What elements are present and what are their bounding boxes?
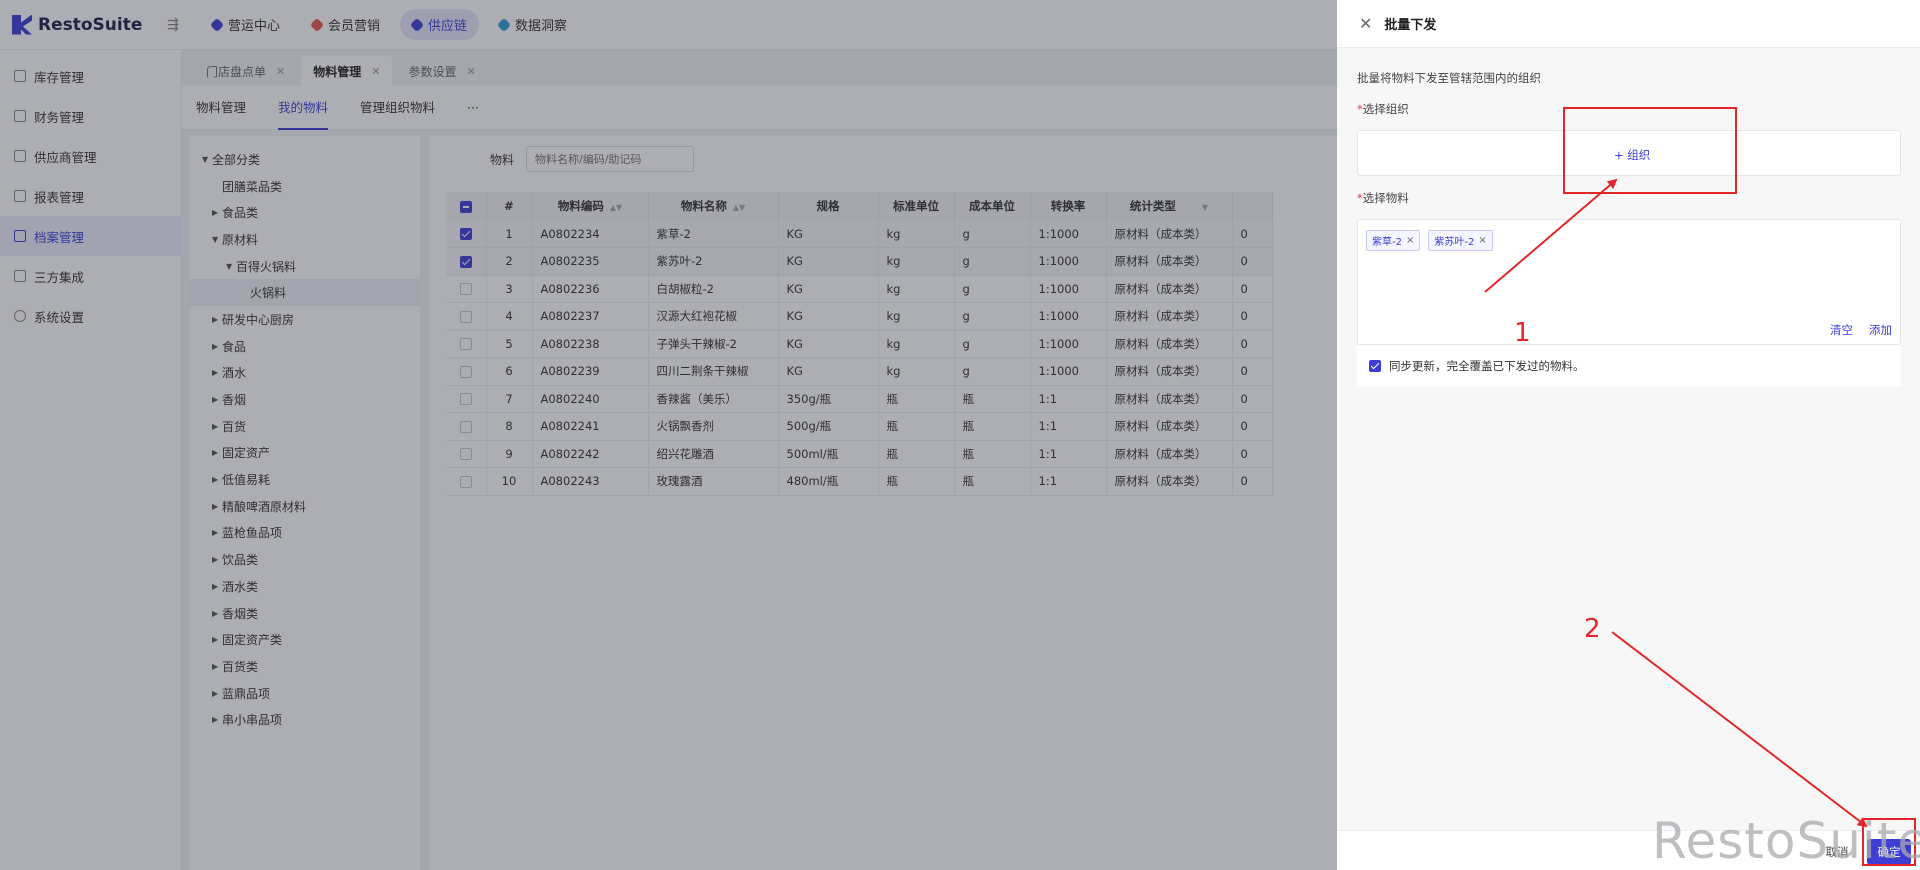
material-actions: 清空 添加 [1830, 322, 1892, 338]
org-label-text: 选择组织 [1362, 102, 1409, 116]
modal-overlay[interactable] [0, 0, 1337, 870]
selected-material-tags: 紫草-2 × 紫苏叶-2 × [1366, 230, 1493, 251]
material-select-box: 紫草-2 × 紫苏叶-2 × 清空 添加 [1357, 219, 1901, 345]
brand-watermark: RestoSuite [1652, 812, 1920, 870]
close-icon[interactable]: ✕ [1359, 14, 1372, 33]
add-materials-link[interactable]: 添加 [1869, 322, 1892, 338]
material-field-label: *选择物料 [1357, 190, 1409, 206]
tag-label: 紫草-2 [1372, 237, 1402, 248]
annotation-step-1: 1 [1514, 318, 1531, 348]
sync-label: 同步更新，完全覆盖已下发过的物料。 [1389, 359, 1585, 373]
sync-checkbox[interactable] [1369, 360, 1381, 372]
material-tag: 紫草-2 × [1366, 230, 1421, 251]
sync-update-option[interactable]: 同步更新，完全覆盖已下发过的物料。 [1357, 345, 1901, 387]
drawer-header: ✕ 批量下发 [1337, 0, 1920, 48]
remove-tag-icon[interactable]: × [1478, 235, 1486, 246]
org-field-label: *选择组织 [1357, 101, 1409, 117]
annotation-box-org [1563, 107, 1737, 194]
clear-materials-link[interactable]: 清空 [1830, 322, 1853, 338]
material-tag: 紫苏叶-2 × [1428, 230, 1493, 251]
tag-label: 紫苏叶-2 [1434, 237, 1475, 248]
material-label-text: 选择物料 [1362, 191, 1409, 205]
annotation-step-2: 2 [1584, 614, 1601, 644]
remove-tag-icon[interactable]: × [1406, 235, 1414, 246]
drawer-title: 批量下发 [1384, 18, 1437, 33]
drawer-description: 批量将物料下发至管辖范围内的组织 [1357, 71, 1541, 85]
